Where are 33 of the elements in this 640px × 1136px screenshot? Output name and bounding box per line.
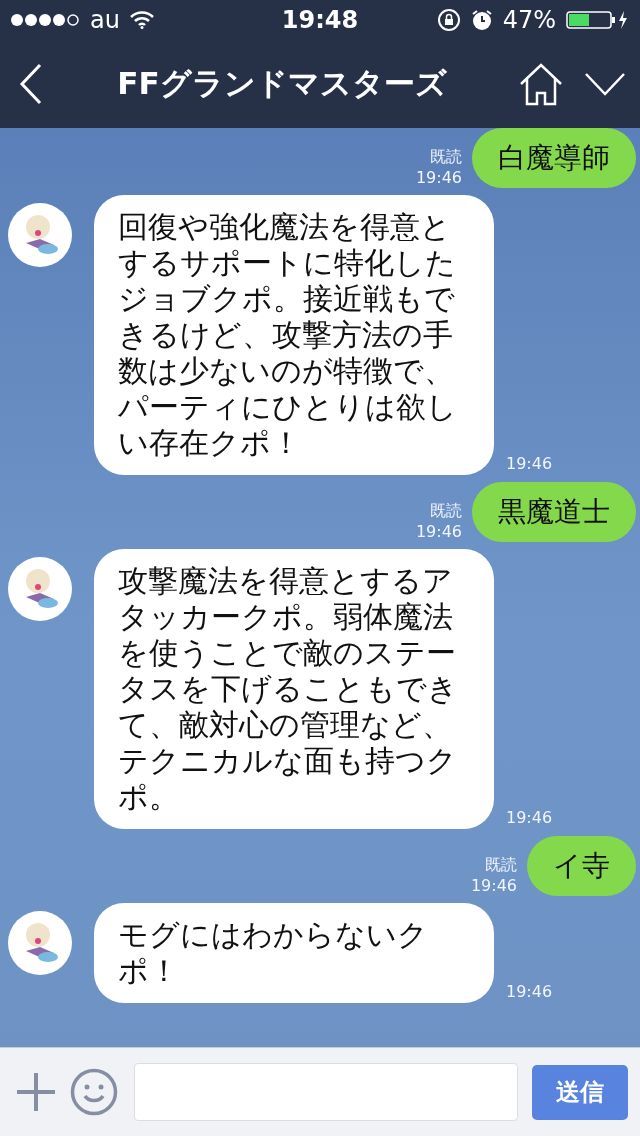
emoji-button[interactable] [70, 1068, 118, 1116]
avatar[interactable] [8, 911, 72, 975]
clock-time: 19:48 [281, 6, 359, 34]
read-receipt: 既読 [430, 500, 462, 521]
battery-percentage: 47% [502, 6, 556, 34]
sent-message-bubble: 白魔導師 [472, 128, 636, 188]
message-time: 19:46 [506, 454, 553, 473]
message-time: 19:46 [415, 521, 462, 542]
message-time: 19:46 [506, 982, 553, 1001]
avatar[interactable] [8, 203, 72, 267]
chat-title: FFグランドマスターズ [116, 64, 448, 103]
dropdown-button[interactable] [584, 71, 626, 97]
wifi-icon [129, 11, 154, 29]
message-time: 19:46 [470, 875, 517, 896]
signal-icon [10, 13, 80, 27]
received-message-bubble: モグにはわからないクポ！ [94, 903, 494, 1003]
home-button[interactable] [518, 62, 564, 106]
read-receipt: 既読 [485, 854, 517, 875]
read-receipt: 既読 [430, 146, 462, 167]
received-message-bubble: 回復や強化魔法を得意とするサポートに特化したジョブクポ。接近戦もできるけど、攻撃方法の手数は少ないのが特徴で、パーティにひとりは欲しい存在クポ！ [94, 195, 494, 475]
avatar[interactable] [8, 557, 72, 621]
add-button[interactable] [16, 1072, 56, 1112]
battery-charging-icon [566, 10, 630, 30]
message-time: 19:46 [415, 167, 462, 188]
alarm-clock-icon [470, 9, 493, 31]
rotation-lock-icon [436, 8, 461, 32]
message-input-field[interactable] [134, 1063, 518, 1121]
send-button[interactable]: 送信 [532, 1064, 628, 1120]
message-time: 19:46 [506, 808, 553, 827]
sent-message-bubble: イ寺 [527, 836, 636, 896]
sent-message-bubble: 黒魔道士 [472, 482, 636, 542]
received-message-bubble: 攻撃魔法を得意とするアタッカークポ。弱体魔法を使うことで敵のステータスを下げることもできて、敵対心の管理など、テクニカルな面も持つクポ。 [94, 549, 494, 829]
carrier-name: au [90, 6, 120, 34]
